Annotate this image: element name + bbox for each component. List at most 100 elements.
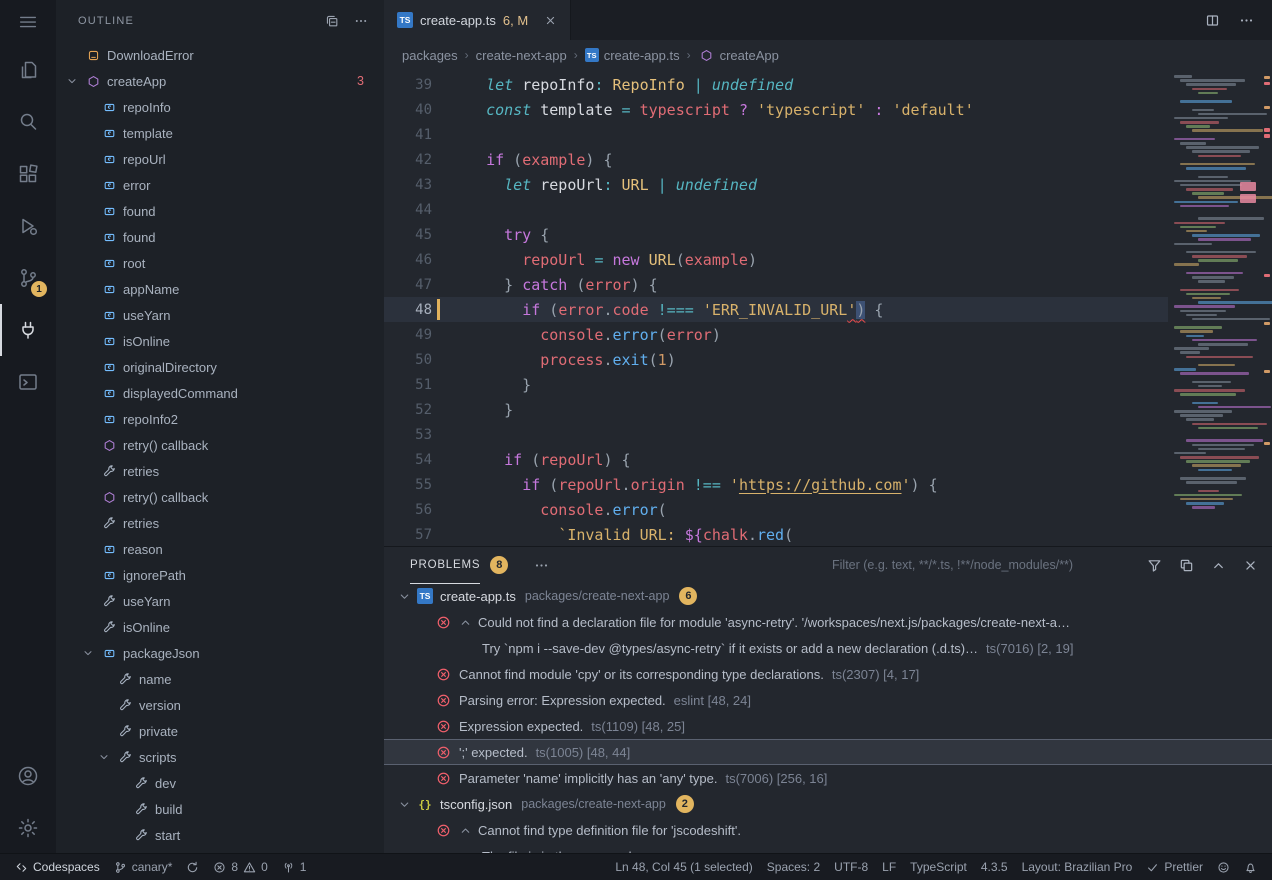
problem-row[interactable]: Cannot find type definition file for 'js… xyxy=(384,817,1272,843)
outline-item[interactable]: retry() callback xyxy=(56,432,384,458)
outline-item[interactable]: reason xyxy=(56,536,384,562)
outline-item[interactable]: found xyxy=(56,198,384,224)
outline-item[interactable]: found xyxy=(56,224,384,250)
problems-filter-input[interactable] xyxy=(830,557,1130,573)
outline-item[interactable]: repoUrl xyxy=(56,146,384,172)
code-line[interactable]: 51 } xyxy=(384,372,1272,397)
status-cursor-position[interactable]: Ln 48, Col 45 (1 selected) xyxy=(608,854,759,880)
outline-item[interactable]: useYarn xyxy=(56,588,384,614)
chevron-down-icon[interactable] xyxy=(80,647,96,659)
status-sync[interactable] xyxy=(179,854,206,880)
problem-file-row[interactable]: {}tsconfig.jsonpackages/create-next-app2 xyxy=(384,791,1272,817)
outline-item[interactable]: originalDirectory xyxy=(56,354,384,380)
outline-item[interactable]: ignorePath xyxy=(56,562,384,588)
code-line[interactable]: 39 let repoInfo: RepoInfo | undefined xyxy=(384,72,1272,97)
more-actions-icon[interactable] xyxy=(354,14,368,28)
close-icon[interactable] xyxy=(544,14,557,27)
editor-more-icon[interactable] xyxy=(1239,13,1254,28)
code-line[interactable]: 54 if (repoUrl) { xyxy=(384,447,1272,472)
problem-row[interactable]: Parsing error: Expression expected.eslin… xyxy=(384,687,1272,713)
status-encoding[interactable]: UTF-8 xyxy=(827,854,875,880)
minimap[interactable] xyxy=(1168,70,1272,546)
problem-row[interactable]: Cannot find module 'cpy' or its correspo… xyxy=(384,661,1272,687)
problem-row[interactable]: Parameter 'name' implicitly has an 'any'… xyxy=(384,765,1272,791)
problem-file-row[interactable]: TScreate-app.tspackages/create-next-app6 xyxy=(384,583,1272,609)
outline-item[interactable]: template xyxy=(56,120,384,146)
status-notifications[interactable] xyxy=(1237,854,1264,880)
settings-button[interactable] xyxy=(0,802,56,854)
outline-item[interactable]: displayedCommand xyxy=(56,380,384,406)
status-branch[interactable]: canary* xyxy=(107,854,180,880)
outline-item[interactable]: dev xyxy=(56,770,384,796)
status-prettier[interactable]: Prettier xyxy=(1139,854,1210,880)
filter-icon[interactable] xyxy=(1147,558,1162,573)
status-codespaces[interactable]: Codespaces xyxy=(8,854,107,880)
search-button[interactable] xyxy=(0,96,56,148)
outline-item[interactable]: build xyxy=(56,796,384,822)
breadcrumb-create-next-app[interactable]: create-next-app xyxy=(476,48,567,63)
outline-item[interactable]: name xyxy=(56,666,384,692)
code-line[interactable]: 43 let repoUrl: URL | undefined xyxy=(384,172,1272,197)
code-line[interactable]: 53 xyxy=(384,422,1272,447)
status-ts-version[interactable]: 4.3.5 xyxy=(974,854,1015,880)
breadcrumb-symbol[interactable]: createApp xyxy=(698,48,779,63)
chevron-down-icon[interactable] xyxy=(398,590,411,603)
code-line[interactable]: 44 xyxy=(384,197,1272,222)
panel-more-icon[interactable] xyxy=(534,558,549,573)
problem-row[interactable]: ';' expected.ts(1005) [48, 44] xyxy=(384,739,1272,765)
tab-create-app[interactable]: TS create-app.ts 6, M xyxy=(384,0,571,40)
outline-item[interactable]: retry() callback xyxy=(56,484,384,510)
chevron-up-icon[interactable] xyxy=(459,824,472,837)
status-language[interactable]: TypeScript xyxy=(903,854,974,880)
outline-item[interactable]: useYarn xyxy=(56,302,384,328)
code-line[interactable]: 57 `Invalid URL: ${chalk.red( xyxy=(384,522,1272,546)
outline-item[interactable]: packageJson xyxy=(56,640,384,666)
code-line[interactable]: 49 console.error(error) xyxy=(384,322,1272,347)
outline-item[interactable]: private xyxy=(56,718,384,744)
outline-item[interactable]: root xyxy=(56,250,384,276)
breadcrumb-file[interactable]: TS create-app.ts xyxy=(585,48,680,63)
chevron-down-icon[interactable] xyxy=(398,798,411,811)
code-editor[interactable]: 39 let repoInfo: RepoInfo | undefined40 … xyxy=(384,70,1272,546)
outline-item[interactable]: repoInfo xyxy=(56,94,384,120)
problem-row[interactable]: Expression expected.ts(1109) [48, 25] xyxy=(384,713,1272,739)
outline-item[interactable]: isOnline xyxy=(56,328,384,354)
code-line[interactable]: 45 try { xyxy=(384,222,1272,247)
code-line[interactable]: 55 if (repoUrl.origin !== 'https://githu… xyxy=(384,472,1272,497)
overview-ruler[interactable] xyxy=(1262,70,1272,546)
code-line[interactable]: 42 if (example) { xyxy=(384,147,1272,172)
chevron-down-icon[interactable] xyxy=(64,75,80,87)
run-debug-button[interactable] xyxy=(0,200,56,252)
outline-item[interactable]: isOnline xyxy=(56,614,384,640)
close-icon[interactable] xyxy=(1243,558,1258,573)
outline-item[interactable]: repoInfo2 xyxy=(56,406,384,432)
collapse-all-icon[interactable] xyxy=(325,14,339,28)
code-line[interactable]: 46 repoUrl = new URL(example) xyxy=(384,247,1272,272)
code-line[interactable]: 47 } catch (error) { xyxy=(384,272,1272,297)
status-layout[interactable]: Layout: Brazilian Pro xyxy=(1015,854,1140,880)
explorer-button[interactable] xyxy=(0,44,56,96)
status-indentation[interactable]: Spaces: 2 xyxy=(760,854,827,880)
outline-item[interactable]: createApp3 xyxy=(56,68,384,94)
outline-item[interactable]: scripts xyxy=(56,744,384,770)
problem-related-row[interactable]: Try `npm i --save-dev @types/async-retry… xyxy=(384,635,1272,661)
outline-item[interactable]: error xyxy=(56,172,384,198)
source-control-button[interactable]: 1 xyxy=(0,252,56,304)
split-editor-icon[interactable] xyxy=(1205,13,1220,28)
menu-button[interactable] xyxy=(0,0,56,44)
extensions-button[interactable] xyxy=(0,148,56,200)
chevron-up-icon[interactable] xyxy=(459,616,472,629)
code-line[interactable]: 56 console.error( xyxy=(384,497,1272,522)
breadcrumb-packages[interactable]: packages xyxy=(402,48,458,63)
remote-explorer-button[interactable] xyxy=(0,304,56,356)
group-by-icon[interactable] xyxy=(1179,558,1194,573)
code-line[interactable]: 48 if (error.code !=== 'ERR_INVALID_URL'… xyxy=(384,297,1272,322)
problem-row[interactable]: Could not find a declaration file for mo… xyxy=(384,609,1272,635)
code-line[interactable]: 50 process.exit(1) xyxy=(384,347,1272,372)
tab-problems[interactable]: PROBLEMS xyxy=(410,547,480,584)
code-line[interactable]: 41 xyxy=(384,122,1272,147)
outline-item[interactable]: DownloadError xyxy=(56,42,384,68)
chevron-up-icon[interactable] xyxy=(1211,558,1226,573)
status-ports[interactable]: 1 xyxy=(275,854,314,880)
outline-item[interactable]: start xyxy=(56,822,384,848)
